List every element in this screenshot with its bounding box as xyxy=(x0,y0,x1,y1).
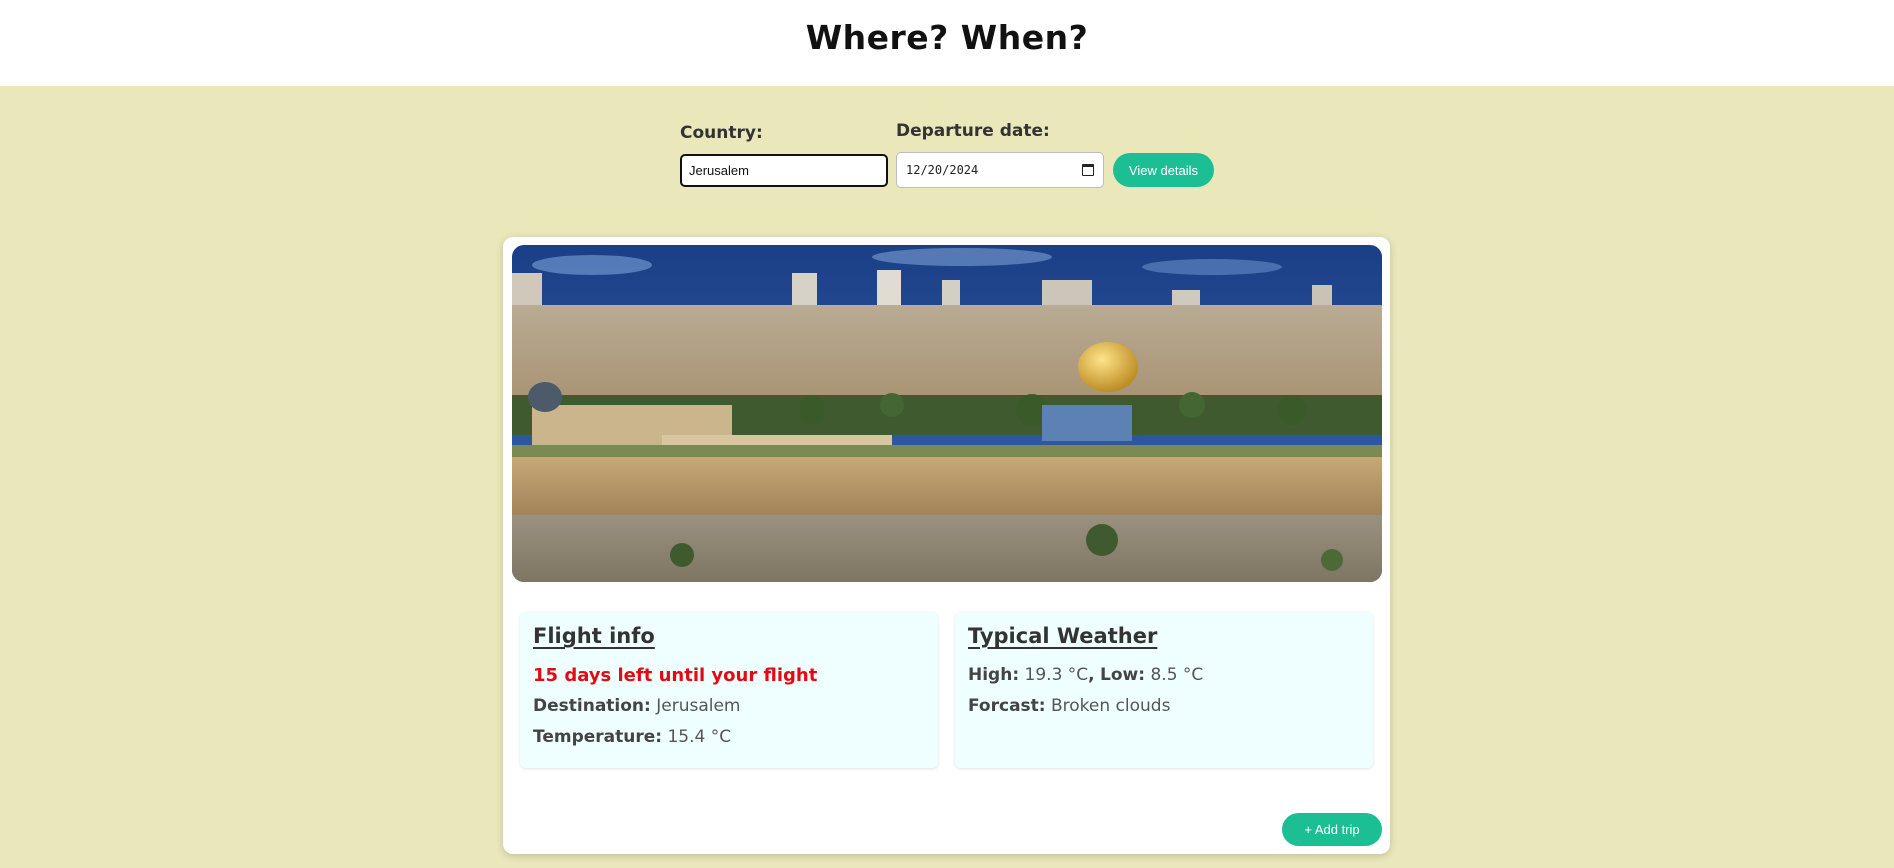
calendar-icon[interactable] xyxy=(1082,164,1094,176)
weather-panel: Typical Weather High: 19.3 °C, Low: 8.5 … xyxy=(955,612,1373,768)
high-low-line: High: 19.3 °C, Low: 8.5 °C xyxy=(968,660,1360,691)
flight-info-panel: Flight info 15 days left until your flig… xyxy=(520,612,938,768)
flight-info-title: Flight info xyxy=(533,624,655,648)
destination-label: Destination: xyxy=(533,696,651,716)
view-details-button[interactable]: View details xyxy=(1113,153,1214,187)
low-value: 8.5 °C xyxy=(1150,665,1204,685)
destination-photo xyxy=(512,245,1382,582)
destination-line: Destination: Jerusalem xyxy=(533,691,925,722)
flight-countdown: 15 days left until your flight xyxy=(533,665,818,686)
page-title: Where? When? xyxy=(805,18,1089,57)
temperature-value: 15.4 °C xyxy=(667,727,732,747)
country-input[interactable] xyxy=(680,154,888,187)
forecast-line: Forcast: Broken clouds xyxy=(968,691,1360,722)
destination-value: Jerusalem xyxy=(656,696,741,716)
weather-title: Typical Weather xyxy=(968,624,1158,648)
high-label: High: xyxy=(968,665,1020,685)
page-header: Where? When? xyxy=(0,0,1894,86)
forecast-value: Broken clouds xyxy=(1051,696,1171,716)
low-label: Low: xyxy=(1100,665,1146,685)
separator: , xyxy=(1088,665,1095,685)
high-value: 19.3 °C xyxy=(1024,665,1089,685)
temperature-label: Temperature: xyxy=(533,727,663,747)
trip-card: Flight info 15 days left until your flig… xyxy=(503,237,1390,854)
departure-date-label: Departure date: xyxy=(896,121,1050,141)
country-label: Country: xyxy=(680,123,763,143)
departure-date-input[interactable]: 12/20/2024 xyxy=(896,152,1104,188)
forecast-label: Forcast: xyxy=(968,696,1046,716)
temperature-line: Temperature: 15.4 °C xyxy=(533,722,925,753)
add-trip-button[interactable]: + Add trip xyxy=(1282,813,1382,846)
date-value: 12/20/2024 xyxy=(906,163,979,177)
